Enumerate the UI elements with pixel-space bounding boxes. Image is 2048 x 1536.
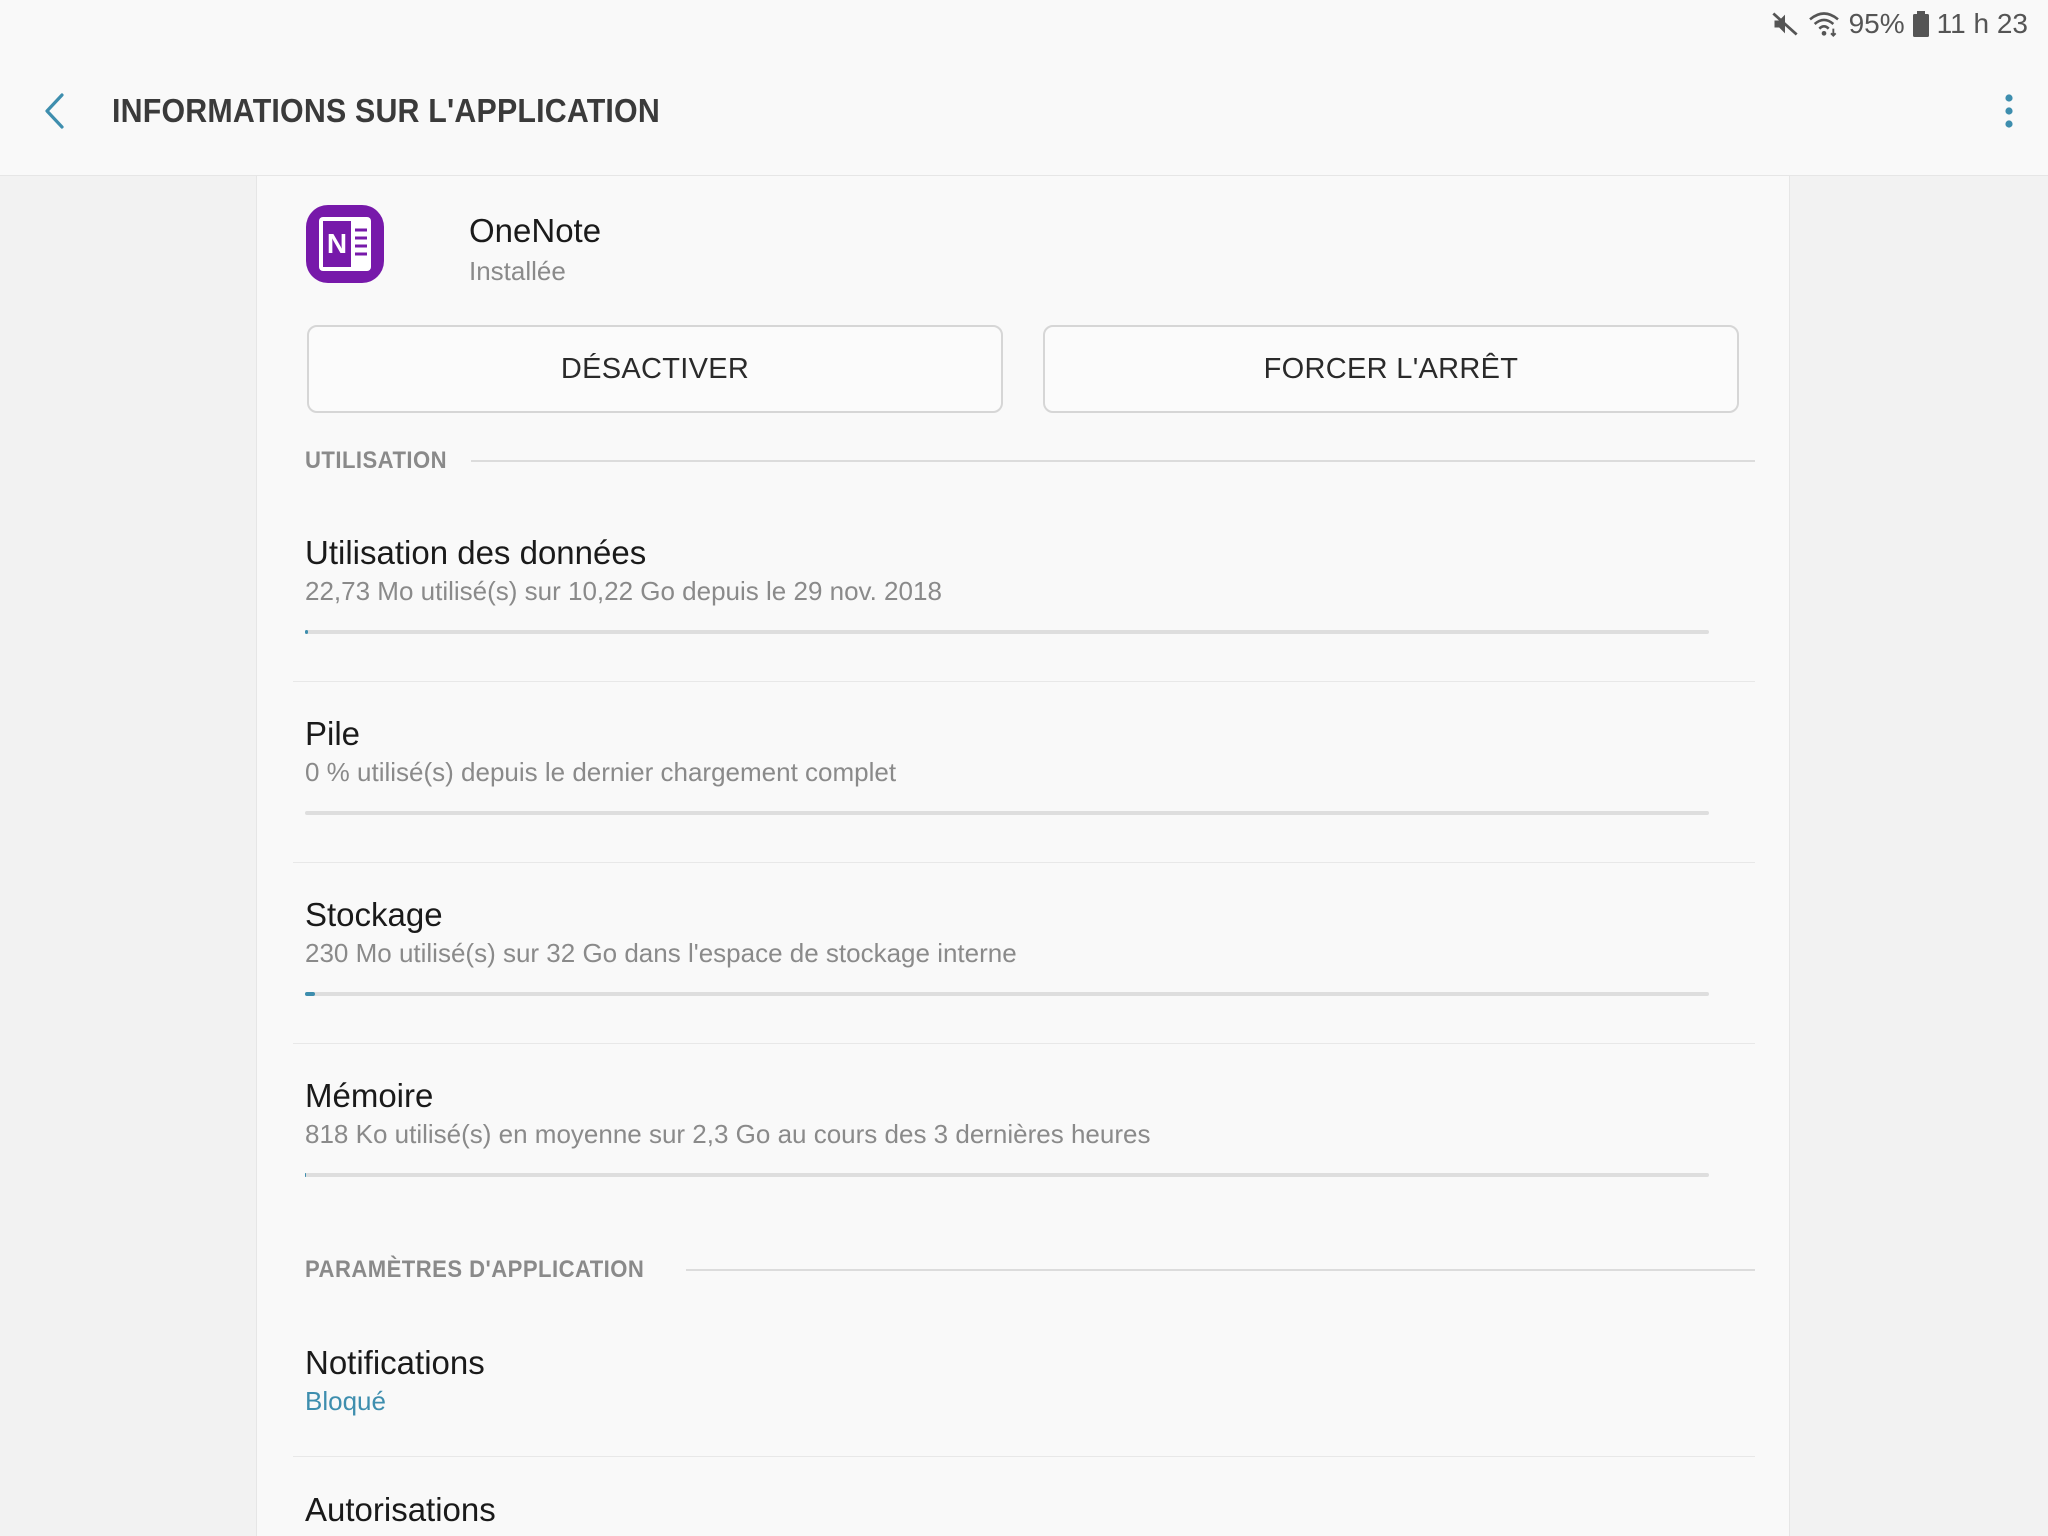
divider [293, 1456, 1755, 1457]
app-bar: INFORMATIONS SUR L'APPLICATION [0, 48, 2048, 176]
chevron-left-icon [42, 92, 68, 135]
battery-icon [1912, 11, 1929, 37]
usage-item-memory[interactable]: Mémoire 818 Ko utilisé(s) en moyenne sur… [305, 1077, 1755, 1187]
item-subtitle: 0 % utilisé(s) depuis le dernier chargem… [305, 757, 897, 787]
wifi-icon [1807, 10, 1841, 38]
more-options-button[interactable] [1984, 88, 2034, 138]
section-label: UTILISATION [305, 447, 448, 474]
item-title: Autorisations [305, 1491, 496, 1528]
clock: 11 h 23 [1936, 8, 2028, 39]
settings-item-notifications[interactable]: Notifications Bloqué [305, 1344, 1755, 1434]
divider [293, 681, 1755, 682]
onenote-icon: N [305, 204, 385, 284]
content-card: N OneNote Installée DÉSACTIVER FORCER L'… [256, 176, 1790, 1536]
item-title: Utilisation des données [305, 534, 647, 571]
status-icons: 95% 11 h 23 [1771, 6, 2028, 42]
usage-progress-fill [305, 630, 308, 634]
divider [293, 862, 1755, 863]
section-label: PARAMÈTRES D'APPLICATION [305, 1256, 645, 1283]
more-vert-icon [2004, 93, 2014, 134]
usage-progress-bar [305, 630, 1709, 634]
usage-progress-bar [305, 992, 1709, 996]
section-rule [471, 460, 1755, 462]
usage-progress-bar [305, 811, 1709, 815]
disable-button[interactable]: DÉSACTIVER [307, 325, 1003, 413]
app-install-status: Installée [469, 256, 566, 286]
svg-text:N: N [327, 228, 347, 259]
status-bar: 95% 11 h 23 [0, 0, 2048, 48]
force-stop-button[interactable]: FORCER L'ARRÊT [1043, 325, 1739, 413]
usage-progress-fill [305, 992, 315, 996]
section-header-usage: UTILISATION [305, 446, 1755, 476]
mute-icon [1771, 10, 1799, 38]
item-title: Mémoire [305, 1077, 434, 1114]
back-button[interactable] [30, 88, 80, 138]
item-title: Stockage [305, 896, 443, 933]
notifications-status: Bloqué [305, 1386, 386, 1416]
settings-item-permissions[interactable]: Autorisations [305, 1491, 1755, 1536]
usage-item-data[interactable]: Utilisation des données 22,73 Mo utilisé… [305, 534, 1755, 644]
item-subtitle: 230 Mo utilisé(s) sur 32 Go dans l'espac… [305, 938, 1017, 968]
usage-item-storage[interactable]: Stockage 230 Mo utilisé(s) sur 32 Go dan… [305, 896, 1755, 1006]
item-subtitle: 818 Ko utilisé(s) en moyenne sur 2,3 Go … [305, 1119, 1151, 1149]
app-header: N OneNote Installée [305, 204, 1105, 286]
usage-item-battery[interactable]: Pile 0 % utilisé(s) depuis le dernier ch… [305, 715, 1755, 825]
item-title: Pile [305, 715, 361, 752]
item-subtitle: 22,73 Mo utilisé(s) sur 10,22 Go depuis … [305, 576, 942, 606]
item-title: Notifications [305, 1344, 485, 1381]
app-name: OneNote [469, 212, 602, 249]
page-title: INFORMATIONS SUR L'APPLICATION [112, 92, 660, 129]
section-rule [685, 1269, 1755, 1271]
section-header-app-settings: PARAMÈTRES D'APPLICATION [305, 1255, 1755, 1285]
divider [293, 1043, 1755, 1044]
battery-text: 95% [1848, 8, 1905, 39]
usage-progress-bar [305, 1173, 1709, 1177]
